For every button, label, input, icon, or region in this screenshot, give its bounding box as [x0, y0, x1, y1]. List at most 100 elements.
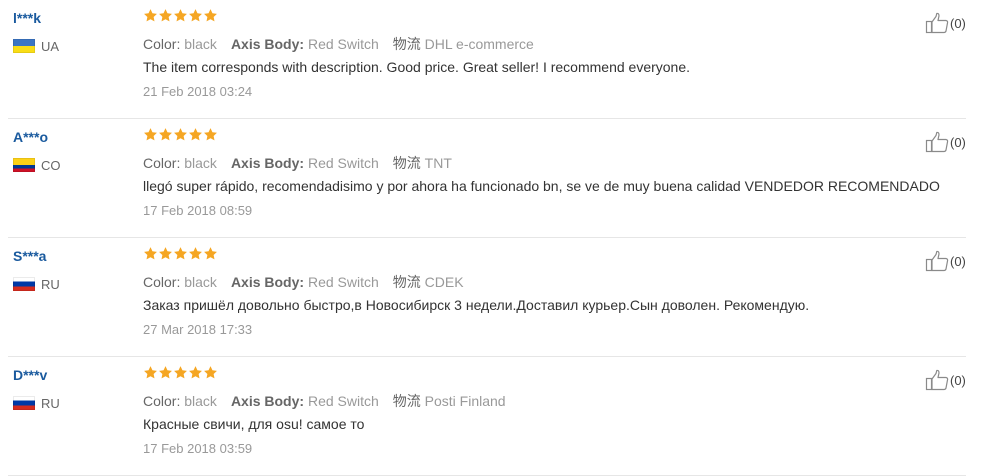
order-attribute: Axis Body: Red Switch — [231, 274, 379, 290]
star-icon — [143, 8, 158, 23]
star-icon — [158, 127, 173, 142]
star-icon — [203, 8, 218, 23]
attribute-key: Axis Body: — [230, 155, 305, 171]
thumbs-up-icon — [925, 250, 949, 272]
reviewer-name[interactable]: l***k — [13, 10, 41, 26]
attribute-key: Axis Body: — [230, 274, 305, 290]
star-icon — [173, 127, 188, 142]
order-attribute: Axis Body: Red Switch — [231, 36, 379, 52]
helpful-count: (0) — [950, 15, 966, 31]
review-date: 17 Feb 2018 08:59 — [143, 203, 253, 218]
star-icon — [188, 365, 203, 380]
attribute-value: Red Switch — [307, 274, 379, 290]
reviewer-name[interactable]: S***a — [13, 248, 46, 264]
country-code: RU — [41, 276, 60, 292]
star-icon — [173, 246, 188, 261]
attribute-value: TNT — [424, 155, 452, 171]
order-attribute: Color: black — [143, 274, 217, 290]
star-icon — [143, 246, 158, 261]
country-flag-icon — [13, 158, 35, 172]
order-attribute: Color: black — [143, 155, 217, 171]
reviewer-country: RU — [13, 276, 60, 292]
attribute-key: 物流 — [392, 393, 421, 409]
reviewer-country: CO — [13, 157, 61, 173]
reviewer-name[interactable]: D***v — [13, 367, 47, 383]
star-icon — [203, 246, 218, 261]
star-icon — [188, 246, 203, 261]
country-flag-icon — [13, 39, 35, 53]
attribute-value: DHL e-commerce — [424, 36, 534, 52]
attribute-value: black — [184, 155, 217, 171]
order-attribute: Axis Body: Red Switch — [231, 393, 379, 409]
attribute-key: Color: — [143, 274, 181, 290]
star-icon — [188, 8, 203, 23]
star-icon — [158, 246, 173, 261]
attribute-key: Color: — [143, 36, 181, 52]
star-icon — [158, 365, 173, 380]
order-attributes: Color: black Axis Body: Red Switch 物流 Post… — [143, 391, 520, 411]
country-code: RU — [41, 395, 60, 411]
review-text: Заказ пришёл довольно быстро,в Новосибир… — [143, 297, 810, 313]
order-attribute: Axis Body: Red Switch — [231, 155, 379, 171]
attribute-value: Red Switch — [307, 36, 379, 52]
star-icon — [173, 8, 188, 23]
star-icon — [173, 365, 188, 380]
helpful-count: (0) — [950, 134, 966, 150]
reviewer-country: UA — [13, 38, 59, 54]
attribute-key: 物流 — [392, 36, 421, 52]
review-date: 21 Feb 2018 03:24 — [143, 84, 253, 99]
helpful-button[interactable]: (0) — [925, 369, 966, 391]
helpful-count: (0) — [950, 253, 966, 269]
star-icon — [143, 365, 158, 380]
attribute-value: black — [184, 274, 217, 290]
attribute-key: Color: — [143, 393, 181, 409]
review-item: D***v RU Color: black Axis Body: Red Swit… — [0, 357, 1000, 476]
order-attribute: 物流 TNT — [393, 153, 452, 173]
star-icon — [203, 365, 218, 380]
attribute-value: Posti Finland — [424, 393, 506, 409]
star-rating — [143, 365, 218, 385]
review-date: 27 Mar 2018 17:33 — [143, 322, 253, 337]
attribute-key: 物流 — [392, 274, 421, 290]
thumbs-up-icon — [925, 369, 949, 391]
thumbs-up-icon — [925, 131, 949, 153]
order-attribute: 物流 DHL e-commerce — [393, 34, 534, 54]
country-code: UA — [41, 38, 60, 54]
reviewer-country: RU — [13, 395, 60, 411]
star-icon — [143, 127, 158, 142]
country-flag-icon — [13, 396, 35, 410]
review-text: The item corresponds with description. G… — [143, 59, 691, 75]
country-flag-icon — [13, 277, 35, 291]
order-attributes: Color: black Axis Body: Red Switch 物流 DHL … — [143, 34, 548, 54]
star-rating — [143, 246, 218, 266]
attribute-value: black — [184, 393, 217, 409]
review-text: Красные свичи, для osu! самое то — [143, 416, 365, 432]
thumbs-up-icon — [925, 12, 949, 34]
star-icon — [188, 127, 203, 142]
star-icon — [203, 127, 218, 142]
star-rating — [143, 8, 218, 28]
review-date: 17 Feb 2018 03:59 — [143, 441, 253, 456]
country-code: CO — [41, 157, 61, 173]
reviewer-name[interactable]: A***o — [13, 129, 48, 145]
star-rating — [143, 127, 218, 147]
star-icon — [158, 8, 173, 23]
helpful-count: (0) — [950, 372, 966, 388]
attribute-value: CDEK — [424, 274, 464, 290]
attribute-value: Red Switch — [307, 393, 379, 409]
helpful-button[interactable]: (0) — [925, 131, 966, 153]
review-item: l***k UA Color: black Axis Body: Red Swit… — [0, 0, 1000, 119]
order-attribute: 物流 CDEK — [393, 272, 464, 292]
review-item: A***o CO Color: black Axis Body: Red Swit… — [0, 119, 1000, 238]
attribute-key: 物流 — [392, 155, 421, 171]
helpful-button[interactable]: (0) — [925, 12, 966, 34]
order-attributes: Color: black Axis Body: Red Switch 物流 TNT — [143, 153, 466, 173]
order-attribute: Color: black — [143, 36, 217, 52]
attribute-value: Red Switch — [307, 155, 379, 171]
review-text: llegó super rápido, recomendadisimo y po… — [143, 178, 940, 194]
attribute-key: Axis Body: — [230, 36, 305, 52]
attribute-key: Axis Body: — [230, 393, 305, 409]
helpful-button[interactable]: (0) — [925, 250, 966, 272]
attribute-key: Color: — [143, 155, 181, 171]
review-item: S***a RU Color: black Axis Body: Red Swit… — [0, 238, 1000, 357]
